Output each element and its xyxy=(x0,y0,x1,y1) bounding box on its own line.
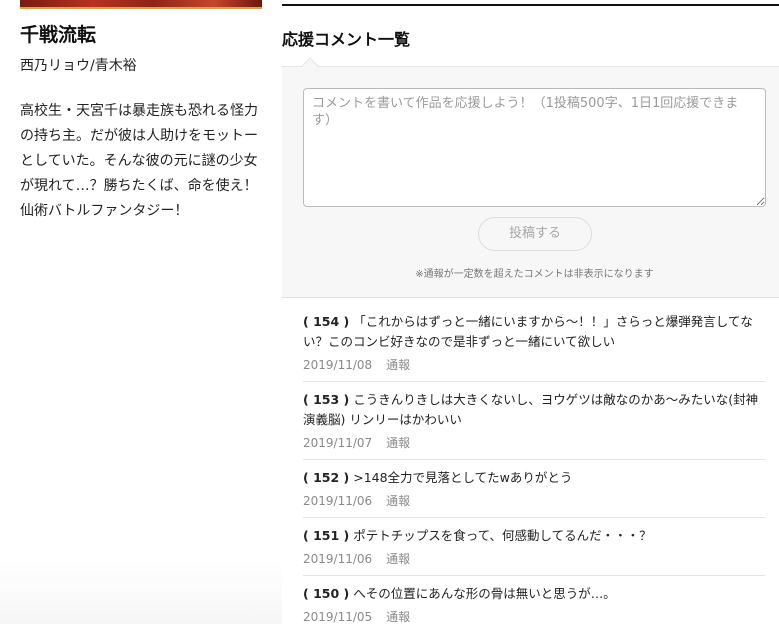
comment-date: 2019/11/06 xyxy=(303,494,373,508)
report-link[interactable]: 通報 xyxy=(386,436,410,450)
comment-item: ( 152 ) >148全力で見落としてたwありがとう 2019/11/06 通報 xyxy=(303,460,765,518)
comment-date: 2019/11/06 xyxy=(303,552,373,566)
report-link[interactable]: 通報 xyxy=(386,494,410,508)
comments-section-title: 応援コメント一覧 xyxy=(282,30,411,49)
moderation-note: ※通報が一定数を超えたコメントは非表示になります xyxy=(415,269,654,280)
comment-form: 投稿する ※通報が一定数を超えたコメントは非表示になります xyxy=(282,57,779,298)
form-notch xyxy=(301,57,319,75)
comment-item: ( 154 ) 「これからはずっと一緒にいますから〜！！」さらっと爆弾発言してな… xyxy=(303,304,765,382)
work-title: 千戦流転 xyxy=(20,24,97,46)
work-author: 西乃リョウ/青木裕 xyxy=(20,58,137,74)
comment-date: 2019/11/07 xyxy=(303,436,373,450)
comment-list: ( 154 ) 「これからはずっと一緒にいますから〜！！」さらっと爆弾発言してな… xyxy=(303,304,765,624)
report-link[interactable]: 通報 xyxy=(386,610,410,624)
comment-body: へその位置にあんな形の骨は無いと思うが…。 xyxy=(353,586,616,601)
bottom-fade xyxy=(0,560,282,624)
post-comment-button[interactable]: 投稿する xyxy=(478,217,592,251)
comment-number: ( 153 ) xyxy=(303,392,350,407)
comment-number: ( 154 ) xyxy=(303,314,350,329)
section-divider xyxy=(282,4,779,6)
comment-number: ( 152 ) xyxy=(303,470,350,485)
comment-item: ( 153 ) こうきんりきしは大きくないし、ヨウゲツは敵なのかあ〜みたいな(封… xyxy=(303,382,765,460)
comment-body: >148全力で見落としてたwありがとう xyxy=(353,470,573,485)
report-link[interactable]: 通報 xyxy=(386,552,410,566)
comment-date: 2019/11/05 xyxy=(303,610,373,624)
comment-body: こうきんりきしは大きくないし、ヨウゲツは敵なのかあ〜みたいな(封神演義脳) リン… xyxy=(303,392,759,427)
comments-panel: 応援コメント一覧 投稿する ※通報が一定数を超えたコメントは非表示になります (… xyxy=(282,0,779,624)
comment-item: ( 150 ) へその位置にあんな形の骨は無いと思うが…。 2019/11/05… xyxy=(303,576,765,624)
comment-body: 「これからはずっと一緒にいますから〜！！」さらっと爆弾発言してない？このコンビ好… xyxy=(303,314,753,349)
comment-number: ( 150 ) xyxy=(303,586,350,601)
work-synopsis: 高校生・天宮千は暴走族も恐れる怪力の持ち主。だが彼は人助けをモットーとしていた。… xyxy=(20,103,258,219)
comment-textarea[interactable] xyxy=(303,88,766,207)
comment-date: 2019/11/08 xyxy=(303,358,373,372)
report-link[interactable]: 通報 xyxy=(386,358,410,372)
cover-image[interactable] xyxy=(20,0,262,9)
comment-body: ポテトチップスを食って、何感動してるんだ・・・？ xyxy=(353,528,652,543)
comment-number: ( 151 ) xyxy=(303,528,350,543)
comment-item: ( 151 ) ポテトチップスを食って、何感動してるんだ・・・？ 2019/11… xyxy=(303,518,765,576)
